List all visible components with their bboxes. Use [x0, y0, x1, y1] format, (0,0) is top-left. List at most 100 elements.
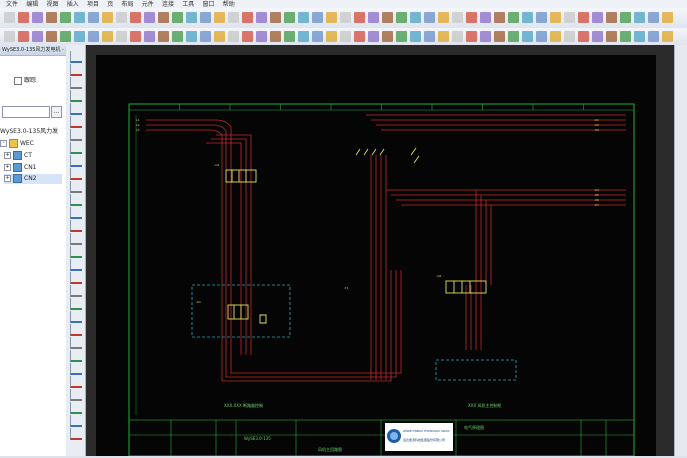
toolbar-tool-icon[interactable] [662, 12, 673, 23]
toolbar-tool-icon[interactable] [228, 12, 239, 23]
toolbar-tool-icon[interactable] [648, 12, 659, 23]
toolbar-tool-icon[interactable] [634, 31, 645, 42]
toolbar-tool-icon[interactable] [620, 12, 631, 23]
drawing-tool-icon[interactable] [70, 324, 82, 336]
drawing-tool-icon[interactable] [70, 103, 82, 115]
toolbar-tool-icon[interactable] [578, 31, 589, 42]
toolbar-tool-icon[interactable] [312, 31, 323, 42]
toolbar-tool-icon[interactable] [172, 31, 183, 42]
toolbar-tool-icon[interactable] [410, 31, 421, 42]
toolbar-tool-icon[interactable] [662, 31, 673, 42]
toolbar-tool-icon[interactable] [592, 12, 603, 23]
expand-icon[interactable]: + [4, 175, 11, 182]
drawing-tool-icon[interactable] [70, 415, 82, 427]
toolbar-tool-icon[interactable] [298, 31, 309, 42]
toolbar-tool-icon[interactable] [410, 12, 421, 23]
toolbar-tool-icon[interactable] [424, 12, 435, 23]
expand-icon[interactable]: + [4, 164, 11, 171]
filter-input[interactable] [2, 106, 50, 118]
toolbar-tool-icon[interactable] [382, 31, 393, 42]
toolbar-tool-icon[interactable] [606, 31, 617, 42]
drawing-tool-icon[interactable] [70, 64, 82, 76]
toolbar-tool-icon[interactable] [32, 12, 43, 23]
toolbar-tool-icon[interactable] [438, 12, 449, 23]
toolbar-tool-icon[interactable] [46, 31, 57, 42]
toolbar-tool-icon[interactable] [60, 31, 71, 42]
toolbar-tool-icon[interactable] [18, 31, 29, 42]
toolbar-tool-icon[interactable] [466, 31, 477, 42]
toolbar-tool-icon[interactable] [200, 31, 211, 42]
toolbar-tool-icon[interactable] [242, 31, 253, 42]
drawing-tool-icon[interactable] [70, 116, 82, 128]
schematic-sheet[interactable]: L1 L2 L3 -X1 -X2 -X3 -X4 -X5 -X6 -X7 -Q1 -K1 -T1 -… [96, 55, 656, 457]
toolbar-tool-icon[interactable] [396, 12, 407, 23]
toolbar-tool-icon[interactable] [214, 31, 225, 42]
toolbar-tool-icon[interactable] [508, 12, 519, 23]
tree-item-ct[interactable]: + CT [4, 151, 32, 161]
drawing-tool-icon[interactable] [70, 90, 82, 102]
drawing-tool-icon[interactable] [70, 194, 82, 206]
drawing-tool-icon[interactable] [70, 220, 82, 232]
drawing-tool-icon[interactable] [70, 168, 82, 180]
drawing-tool-icon[interactable] [70, 129, 82, 141]
drawing-tool-icon[interactable] [70, 77, 82, 89]
toolbar-tool-icon[interactable] [536, 31, 547, 42]
drawing-tool-icon[interactable] [70, 402, 82, 414]
toolbar-tool-icon[interactable] [130, 12, 141, 23]
drawing-tool-icon[interactable] [70, 246, 82, 258]
toolbar-tool-icon[interactable] [270, 31, 281, 42]
drawing-tool-icon[interactable] [70, 350, 82, 362]
toolbar-tool-icon[interactable] [284, 31, 295, 42]
drawing-tool-icon[interactable] [70, 207, 82, 219]
toolbar-tool-icon[interactable] [452, 31, 463, 42]
toolbar-tool-icon[interactable] [158, 12, 169, 23]
toolbar-tool-icon[interactable] [620, 31, 631, 42]
toolbar-tool-icon[interactable] [116, 31, 127, 42]
toolbar-tool-icon[interactable] [18, 12, 29, 23]
toolbar-tool-icon[interactable] [452, 12, 463, 23]
toolbar-tool-icon[interactable] [508, 31, 519, 42]
toolbar-tool-icon[interactable] [368, 12, 379, 23]
toolbar-tool-icon[interactable] [88, 31, 99, 42]
toolbar-tool-icon[interactable] [564, 31, 575, 42]
toolbar-tool-icon[interactable] [60, 12, 71, 23]
toolbar-tool-icon[interactable] [634, 12, 645, 23]
toolbar-tool-icon[interactable] [326, 12, 337, 23]
toolbar-tool-icon[interactable] [382, 12, 393, 23]
toolbar-tool-icon[interactable] [214, 12, 225, 23]
toolbar-tool-icon[interactable] [102, 12, 113, 23]
drawing-tool-icon[interactable] [70, 142, 82, 154]
toolbar-tool-icon[interactable] [88, 12, 99, 23]
toolbar-tool-icon[interactable] [312, 12, 323, 23]
toolbar-tool-icon[interactable] [326, 31, 337, 42]
toolbar-tool-icon[interactable] [354, 12, 365, 23]
toolbar-tool-icon[interactable] [340, 12, 351, 23]
toolbar-tool-icon[interactable] [592, 31, 603, 42]
toolbar-tool-icon[interactable] [144, 31, 155, 42]
drawing-tool-icon[interactable] [70, 272, 82, 284]
drawing-tool-icon[interactable] [70, 337, 82, 349]
tree-item-project[interactable]: WySE3.0-135风力发 [0, 127, 58, 137]
drawing-tool-icon[interactable] [70, 363, 82, 375]
toolbar-tool-icon[interactable] [186, 31, 197, 42]
toolbar-tool-icon[interactable] [74, 12, 85, 23]
toolbar-tool-icon[interactable] [494, 31, 505, 42]
panel-title[interactable]: WySE3.0-135风力发电机 - x [0, 45, 66, 56]
drawing-tool-icon[interactable] [70, 311, 82, 323]
collapse-icon[interactable]: - [0, 140, 7, 147]
drawing-tool-icon[interactable] [70, 259, 82, 271]
toolbar-tool-icon[interactable] [32, 31, 43, 42]
toolbar-tool-icon[interactable] [480, 12, 491, 23]
toolbar-tool-icon[interactable] [424, 31, 435, 42]
drawing-canvas[interactable]: L1 L2 L3 -X1 -X2 -X3 -X4 -X5 -X6 -X7 -Q1 -K1 -T1 -… [86, 45, 687, 457]
toolbar-tool-icon[interactable] [130, 31, 141, 42]
toolbar-tool-icon[interactable] [172, 12, 183, 23]
tree-item-cn2[interactable]: + CN2 [4, 174, 62, 184]
toolbar-tool-icon[interactable] [340, 31, 351, 42]
toolbar-tool-icon[interactable] [4, 31, 15, 42]
toolbar-tool-icon[interactable] [4, 12, 15, 23]
toolbar-tool-icon[interactable] [438, 31, 449, 42]
toolbar-tool-icon[interactable] [284, 12, 295, 23]
toolbar-tool-icon[interactable] [368, 31, 379, 42]
toolbar-tool-icon[interactable] [648, 31, 659, 42]
